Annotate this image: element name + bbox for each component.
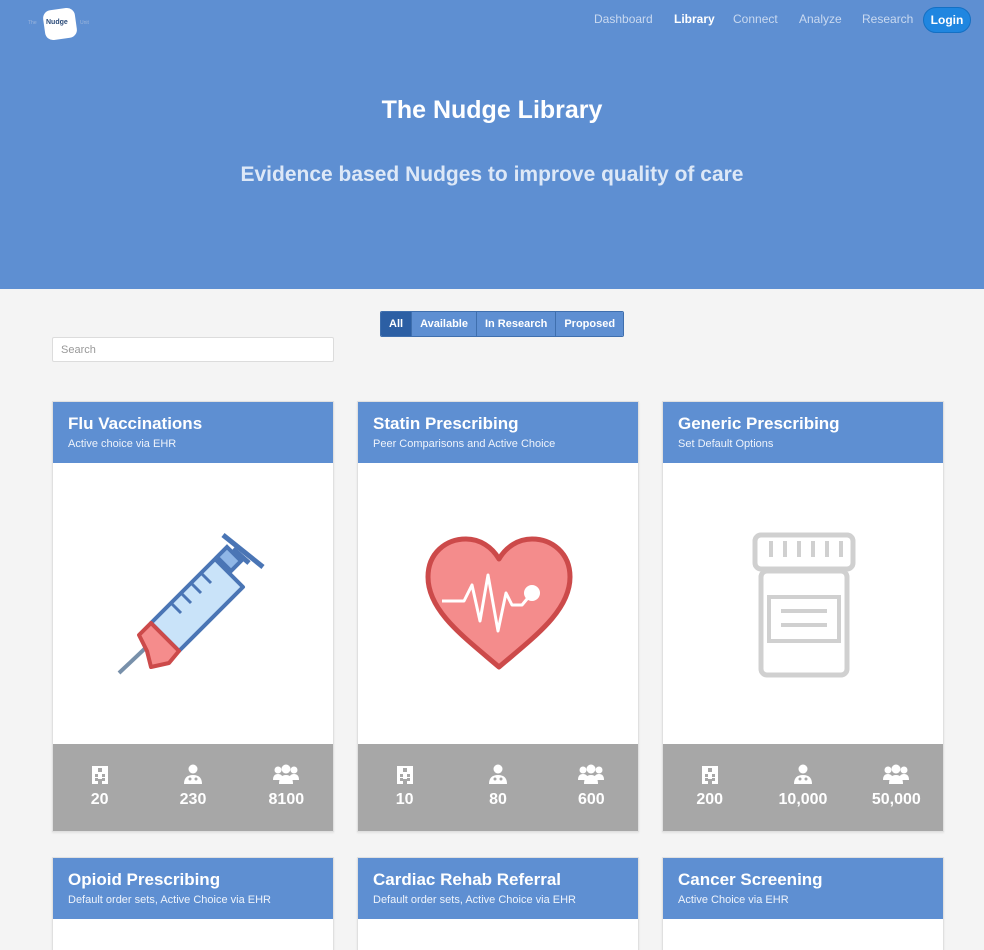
- nav-analyze[interactable]: Analyze: [799, 12, 842, 26]
- patients-count: 8100: [268, 791, 305, 808]
- hospitals-count: 20: [90, 791, 109, 808]
- card-title: Flu Vaccinations: [68, 414, 203, 433]
- card-title: Opioid Prescribing: [68, 870, 221, 889]
- card-title: Statin Prescribing: [373, 414, 519, 433]
- hospitals-count: 10: [395, 791, 414, 808]
- nudge-card-cardiac-rehab-referral[interactable]: Cardiac Rehab Referral Default order set…: [357, 857, 639, 950]
- stat-patients: 600: [545, 764, 638, 831]
- card-subtitle: Default order sets, Active Choice via EH…: [373, 894, 576, 906]
- hospital-icon: [91, 766, 108, 784]
- logo-left-text: The: [28, 20, 37, 26]
- card-stats: 20 230 8100: [53, 744, 333, 831]
- clinicians-count: 230: [179, 791, 207, 808]
- filter-proposed-button[interactable]: Proposed: [556, 312, 624, 336]
- search-input[interactable]: [52, 337, 334, 362]
- card-image: [663, 463, 943, 744]
- clinicians-count: 80: [489, 791, 507, 808]
- stat-hospitals: 10: [358, 764, 451, 831]
- card-subtitle: Active Choice via EHR: [678, 894, 789, 906]
- heart-pulse-icon: [425, 536, 573, 670]
- nudge-card-cancer-screening[interactable]: Cancer Screening Active Choice via EHR: [662, 857, 944, 950]
- page-subtitle: Evidence based Nudges to improve quality…: [240, 163, 744, 186]
- syringe-icon: [117, 533, 265, 675]
- card-subtitle: Set Default Options: [678, 438, 774, 450]
- stat-hospitals: 200: [663, 764, 756, 831]
- card-subtitle: Default order sets, Active Choice via EH…: [68, 894, 271, 906]
- pill-bottle-icon: [752, 532, 856, 678]
- card-title: Generic Prescribing: [678, 414, 840, 433]
- stat-clinicians: 230: [146, 764, 239, 831]
- doctor-icon: [183, 764, 202, 784]
- hospitals-count: 200: [696, 791, 724, 808]
- card-title: Cardiac Rehab Referral: [373, 870, 562, 889]
- nudge-card-statin-prescribing[interactable]: Statin Prescribing Peer Comparisons and …: [357, 401, 639, 832]
- stat-hospitals: 20: [53, 764, 146, 831]
- nav-research[interactable]: Research: [862, 12, 913, 26]
- stat-clinicians: 80: [451, 764, 544, 831]
- filter-all-button[interactable]: All: [381, 312, 413, 336]
- filter-in-research-button[interactable]: In Research: [476, 312, 557, 336]
- nudge-card-flu-vaccinations[interactable]: Flu Vaccinations Active choice via EHR 2…: [52, 401, 334, 832]
- status-filter-group: All Available In Research Proposed: [380, 311, 625, 337]
- hospital-icon: [701, 766, 718, 784]
- card-image: [358, 463, 638, 744]
- login-button[interactable]: Login: [923, 7, 971, 33]
- nav-connect[interactable]: Connect: [733, 12, 778, 26]
- card-subtitle: Active choice via EHR: [68, 438, 177, 450]
- hero-header: The Nudge Unit Dashboard Library Connect…: [0, 0, 984, 289]
- card-header: Statin Prescribing Peer Comparisons and …: [358, 402, 638, 463]
- doctor-icon: [793, 764, 812, 784]
- card-subtitle: Peer Comparisons and Active Choice: [373, 438, 556, 450]
- nudge-card-opioid-prescribing[interactable]: Opioid Prescribing Default order sets, A…: [52, 857, 334, 950]
- card-header: Flu Vaccinations Active choice via EHR: [53, 402, 333, 463]
- patients-count: 50,000: [871, 791, 921, 808]
- doctor-icon: [488, 764, 507, 784]
- card-title: Cancer Screening: [678, 870, 823, 889]
- nav-library[interactable]: Library: [674, 12, 715, 26]
- patients-group-icon: [578, 764, 605, 784]
- nudge-card-generic-prescribing[interactable]: Generic Prescribing Set Default Options …: [662, 401, 944, 832]
- nudge-unit-logo[interactable]: The Nudge Unit: [28, 6, 98, 42]
- nav-dashboard[interactable]: Dashboard: [594, 12, 653, 26]
- logo-text: Nudge: [46, 19, 68, 26]
- clinicians-count: 10,000: [778, 791, 828, 808]
- card-header: Cancer Screening Active Choice via EHR: [663, 858, 943, 919]
- patients-count: 600: [577, 791, 605, 808]
- logo-right-text: Unit: [80, 20, 89, 26]
- card-stats: 10 80 600: [358, 744, 638, 831]
- card-header: Cardiac Rehab Referral Default order set…: [358, 858, 638, 919]
- page-title: The Nudge Library: [381, 96, 603, 124]
- filter-available-button[interactable]: Available: [412, 312, 477, 336]
- stat-patients: 50,000: [850, 764, 943, 831]
- patients-group-icon: [273, 764, 300, 784]
- card-image: [53, 463, 333, 744]
- patients-group-icon: [883, 764, 910, 784]
- hospital-icon: [396, 766, 413, 784]
- stat-patients: 8100: [240, 764, 333, 831]
- card-header: Generic Prescribing Set Default Options: [663, 402, 943, 463]
- card-stats: 200 10,000 50,000: [663, 744, 943, 831]
- stat-clinicians: 10,000: [756, 764, 849, 831]
- card-header: Opioid Prescribing Default order sets, A…: [53, 858, 333, 919]
